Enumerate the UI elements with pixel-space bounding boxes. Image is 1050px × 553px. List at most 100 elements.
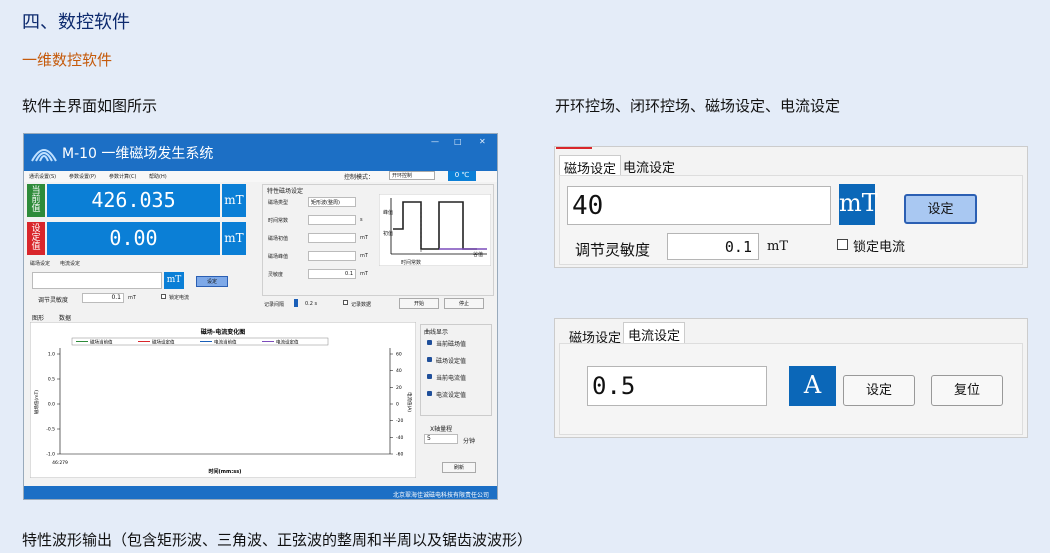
legend-current-set: 电流设定值 (276, 339, 299, 346)
y-left-label: 磁场值(mT) (33, 390, 40, 414)
lock-current-label: 锁定电流 (853, 240, 906, 255)
set-button-small[interactable]: 设定 (196, 276, 228, 287)
sensitivity-label-small: 调节灵敏度 (38, 297, 69, 304)
char-field-input[interactable] (308, 215, 356, 225)
control-mode-label: 控制模式： (344, 174, 375, 181)
logo-icon (31, 149, 57, 162)
char-field-unit: mT (360, 253, 368, 259)
tab-data[interactable]: 数据 (59, 313, 71, 322)
x-tick-label: 46:279 (52, 460, 68, 466)
current-reset-button[interactable]: 复位 (931, 375, 1003, 406)
tab-field-small[interactable]: 磁场设定 (30, 260, 50, 267)
menu-help[interactable]: 帮助(H) (149, 173, 167, 180)
set-value-label: 设定值 (31, 224, 41, 252)
field-current-chart: 磁场-电流变化图 磁场当前值 磁场设定值 电流当前值 电流设定值 1.0 0.5 0… (30, 322, 416, 478)
y-right-label: 电流值(A) (406, 392, 413, 412)
current-unit: A (789, 366, 836, 406)
y-right-tick: -40 (396, 435, 403, 441)
char-field-input[interactable] (308, 233, 356, 243)
curve-display-group (420, 324, 492, 416)
field-set-button[interactable]: 设定 (904, 194, 977, 224)
wave-peak-label: 峰值 (383, 210, 394, 216)
current-value-input[interactable]: 0.5 (587, 366, 767, 406)
chart-legend: 磁场当前值 磁场设定值 电流当前值 电流设定值 (71, 337, 329, 346)
field-input-small[interactable] (32, 272, 162, 289)
window-title: M-10 一维磁场发生系统 (62, 146, 214, 162)
curve-checkbox[interactable] (427, 374, 432, 379)
record-interval-label: 记录间隔 (264, 302, 285, 308)
temperature-display: 0 ℃ (448, 171, 476, 181)
curve-checkbox[interactable] (427, 340, 432, 345)
char-title: 特性磁场设定 (267, 188, 304, 195)
x-range-select[interactable]: 5 (424, 434, 458, 444)
chart-title: 磁场-电流变化图 (201, 328, 246, 336)
char-field-label: 时间常数 (268, 218, 289, 224)
menu-params[interactable]: 参数设置(P) (69, 173, 96, 180)
current-value-label: 当前值 (31, 186, 41, 214)
curve-item-label: 磁场设定值 (436, 358, 467, 365)
field-setting-panel: 磁场设定 电流设定 40 mT 设定 调节灵敏度 0.1 mT 锁定电流 (554, 146, 1028, 268)
wave-timeconst-label: 时间常数 (401, 260, 422, 266)
field-value-input[interactable]: 40 (567, 186, 831, 225)
char-field-input[interactable] (308, 251, 356, 261)
sensitivity-input[interactable]: 0.1 (667, 233, 759, 260)
curve-checkbox[interactable] (427, 391, 432, 396)
legend-current-current: 电流当前值 (214, 339, 237, 346)
char-field-unit: mT (360, 235, 368, 241)
stop-button[interactable]: 停止 (444, 298, 484, 309)
curve-item-label: 当前磁场值 (436, 341, 467, 348)
refresh-button[interactable]: 刷新 (442, 462, 476, 473)
bottom-caption: 特性波形输出（包含矩形波、三角波、正弦波的整周和半周以及锯齿波波形） (22, 531, 533, 549)
tab-active-indicator (556, 147, 592, 149)
legend-field-current: 磁场当前值 (90, 339, 113, 346)
current-unit: mT (222, 184, 246, 217)
y-right-tick: -60 (396, 452, 403, 458)
legend-field-set: 磁场设定值 (152, 339, 175, 346)
x-range-label: X轴量程 (430, 426, 453, 433)
record-data-label: 记录数据 (351, 302, 372, 308)
curve-item-label: 电流设定值 (436, 392, 467, 399)
y-left-tick: -1.0 (46, 452, 55, 458)
char-field-label: 磁场峰值 (268, 254, 289, 260)
title-bar: M-10 一维磁场发生系统 — □ ✕ (24, 134, 497, 171)
minimize-icon[interactable]: — (431, 137, 439, 146)
y-right-tick: 0 (396, 402, 399, 408)
current-set-button[interactable]: 设定 (843, 375, 915, 406)
menu-calc[interactable]: 参数计算(C) (109, 173, 136, 180)
x-range-unit: 分钟 (463, 438, 476, 445)
lock-current-checkbox[interactable] (837, 239, 848, 250)
wave-initial-label: 初值 (383, 231, 394, 237)
left-caption: 软件主界面如图所示 (22, 97, 158, 115)
y-left-tick: 0.5 (48, 377, 55, 383)
sensitivity-input-small[interactable]: 0.1 (82, 293, 124, 303)
record-interval-slider[interactable] (294, 299, 298, 307)
char-field-input[interactable]: 矩形波(整周) (308, 197, 356, 207)
lock-current-checkbox-small[interactable] (161, 294, 166, 299)
char-field-label: 灵敏度 (268, 272, 284, 278)
tab-current-small[interactable]: 电流设定 (60, 260, 80, 267)
sensitivity-label: 调节灵敏度 (575, 241, 651, 259)
y-right-tick: 60 (396, 352, 402, 358)
wave-valley-label: 谷值 (473, 252, 484, 258)
subsection-heading: 一维数控软件 (22, 51, 113, 69)
curve-checkbox[interactable] (427, 357, 432, 362)
char-field-label: 磁场初值 (268, 236, 289, 242)
y-right-tick: 20 (396, 385, 402, 391)
sensitivity-unit-small: mT (128, 295, 136, 301)
sensitivity-unit: mT (767, 239, 788, 254)
control-mode-select[interactable]: 开环控制 (389, 171, 435, 180)
char-field-label: 磁场类型 (268, 200, 289, 206)
maximize-icon[interactable]: □ (454, 137, 462, 146)
y-left-tick: 0.0 (48, 402, 55, 408)
menu-bar: 通讯设置(S) 参数设置(P) 参数计算(C) 帮助(H) 控制模式： 开环控制… (24, 171, 497, 182)
record-data-checkbox[interactable] (343, 300, 348, 305)
char-field-input[interactable]: 0.1 (308, 269, 356, 279)
y-left-tick: 1.0 (48, 352, 55, 358)
current-setting-panel: 磁场设定 电流设定 0.5 A 设定 复位 (554, 318, 1028, 438)
tab-graph[interactable]: 图形 (32, 313, 44, 322)
x-axis-label: 时间(mm:ss) (209, 468, 242, 475)
company-footer: 北京翠海佳诚磁电科技有限责任公司 (392, 492, 489, 499)
menu-comm[interactable]: 通讯设置(S) (29, 173, 56, 180)
start-button[interactable]: 开始 (399, 298, 439, 309)
close-icon[interactable]: ✕ (479, 137, 486, 146)
